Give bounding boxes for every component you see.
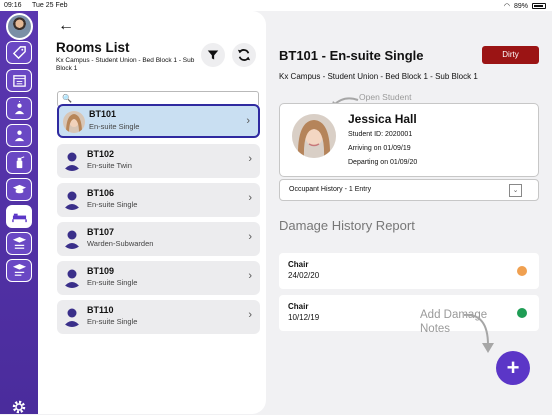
damage-status-dot (517, 266, 527, 276)
room-location: Kx Campus - Student Union - Bed Block 1 … (279, 72, 478, 81)
room-item-bt106[interactable]: BT106 En-suite Single › (57, 183, 260, 217)
chevron-right-icon: › (248, 309, 252, 321)
wifi-icon: ◠ (503, 3, 510, 10)
sidebar-item-cleaning[interactable] (6, 151, 32, 174)
status-badge[interactable]: Dirty (482, 46, 539, 64)
sidebar-item-tags[interactable] (6, 41, 32, 64)
person-up-icon (14, 101, 24, 115)
person-silhouette-icon (61, 188, 83, 210)
damage-item-date: 24/02/20 (288, 271, 320, 280)
damage-item-name: Chair (288, 260, 309, 269)
chevron-right-icon: › (248, 153, 252, 165)
room-item-bt107[interactable]: BT107 Warden-Subwarden › (57, 222, 260, 256)
chevron-right-icon: › (248, 270, 252, 282)
person-silhouette-icon (61, 305, 83, 327)
chevron-right-icon: › (246, 115, 250, 127)
rooms-title: Rooms List (56, 40, 130, 55)
calendar-icon (12, 75, 26, 87)
occupant-history-label: Occupant History - 1 Entry (289, 186, 372, 193)
settings-gear-icon[interactable] (11, 399, 27, 415)
room-type: En-suite Single (87, 317, 138, 326)
status-right: ◠ 89% (504, 2, 546, 10)
damage-item-date: 10/12/19 (288, 313, 320, 322)
status-time: 09:16 (4, 2, 22, 9)
person-up-2-icon (14, 130, 24, 142)
room-type: En-suite Single (87, 278, 138, 287)
search-icon: 🔍 (62, 94, 72, 103)
graduation-list-2-icon (12, 263, 26, 276)
arriving-date: Arriving on 01/09/19 (348, 145, 411, 152)
room-detail-panel: BT101 - En-suite Single Dirty Kx Campus … (266, 11, 552, 414)
student-id: Student ID: 2020001 (348, 131, 413, 138)
filter-icon (207, 50, 219, 60)
sidebar-item-departures[interactable] (6, 124, 32, 147)
student-photo (292, 114, 336, 158)
room-name: BT106 (87, 188, 115, 198)
room-name: BT107 (87, 227, 115, 237)
back-arrow-icon[interactable]: ← (58, 17, 74, 35)
room-name: BT101 (89, 109, 117, 119)
rooms-panel: ← Rooms List Kx Campus - Student Union -… (38, 11, 266, 414)
room-type: En-suite Single (87, 200, 138, 209)
person-silhouette-icon (61, 227, 83, 249)
damage-history-title: Damage History Report (279, 218, 415, 233)
sidebar-item-calendar[interactable] (6, 69, 32, 92)
room-type: Warden-Subwarden (87, 239, 154, 248)
chevron-down-icon[interactable]: ⌄ (509, 184, 522, 197)
room-name: BT109 (87, 266, 115, 276)
student-card[interactable]: Jessica Hall Student ID: 2020001 Arrivin… (279, 103, 539, 177)
chevron-right-icon: › (248, 192, 252, 204)
room-type: En-suite Single (89, 122, 140, 131)
student-photo-thumb (63, 111, 85, 133)
tag-icon (12, 46, 26, 60)
room-item-bt110[interactable]: BT110 En-suite Single › (57, 300, 260, 334)
room-name: BT102 (87, 149, 115, 159)
battery-percent: 89% (513, 2, 528, 10)
chevron-right-icon: › (248, 231, 252, 243)
damage-status-dot (517, 308, 527, 318)
room-item-bt109[interactable]: BT109 En-suite Single › (57, 261, 260, 295)
user-avatar[interactable] (6, 13, 33, 40)
person-silhouette-icon (61, 149, 83, 171)
departing-date: Departing on 01/09/20 (348, 159, 418, 166)
filter-button[interactable] (201, 43, 225, 67)
sidebar-item-groups[interactable] (6, 232, 32, 255)
curved-arrow-down-icon (463, 313, 494, 353)
damage-item[interactable]: Chair 24/02/20 (279, 253, 539, 289)
sidebar (0, 11, 38, 414)
room-name: BT110 (87, 305, 114, 315)
student-name: Jessica Hall (348, 112, 417, 126)
bed-icon (11, 213, 27, 223)
sidebar-item-students[interactable] (6, 178, 32, 201)
spray-icon (16, 156, 24, 169)
refresh-icon (237, 49, 251, 61)
add-damage-button[interactable]: + (496, 351, 530, 385)
refresh-button[interactable] (232, 43, 256, 67)
occupant-history-dropdown[interactable]: Occupant History - 1 Entry ⌄ (279, 179, 539, 201)
person-silhouette-icon (61, 266, 83, 288)
sidebar-item-arrivals[interactable] (6, 97, 32, 120)
room-item-bt101[interactable]: BT101 En-suite Single › (57, 104, 260, 138)
damage-item-name: Chair (288, 302, 309, 311)
room-item-bt102[interactable]: BT102 En-suite Twin › (57, 144, 260, 178)
sidebar-item-rooms[interactable] (6, 205, 32, 228)
rooms-subtitle: Kx Campus - Student Union - Bed Block 1 … (56, 57, 195, 72)
status-date: Tue 25 Feb (32, 2, 68, 9)
graduation-cap-icon (12, 184, 26, 194)
graduation-list-icon (12, 236, 26, 249)
sidebar-item-reports[interactable] (6, 259, 32, 282)
room-type: En-suite Twin (87, 161, 132, 170)
room-detail-title: BT101 - En-suite Single (279, 48, 424, 63)
status-bar: 09:16 Tue 25 Feb ◠ 89% (0, 0, 552, 11)
battery-icon (532, 3, 546, 9)
open-student-hint: Open Student (359, 92, 412, 102)
